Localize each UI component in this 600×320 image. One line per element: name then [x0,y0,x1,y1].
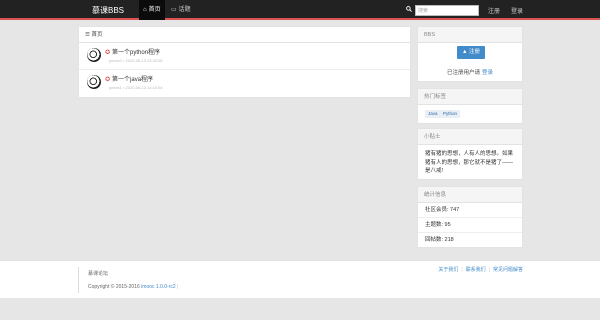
footer-info: 慕课论坛 Copyright © 2015-2016 imooc 1.0.0-r… [78,267,178,293]
topic-list-panel: ☰ 首页 ✪ 第一个python程序 jomes2 • 2020-06-13 22… [78,26,411,98]
hot-tags-panel: 热门标签 Java Python [417,88,523,124]
stat-members: 社区会员: 747 [418,203,522,218]
tab-topics-label: 话题 [178,7,191,13]
register-button-label: 注册 [468,49,480,55]
tab-topics[interactable]: ▭ 话题 [167,0,195,20]
footer-links: 关于我们 | 联系我们 | 常见问题解答 [438,266,523,273]
topic-list-heading: ☰ 首页 [79,27,410,43]
footer-copyright: Copyright © 2015-2016 imooc 1.0.0-rc2 | [88,284,178,290]
topic-row[interactable]: ✪ 第一个python程序 jomes2 • 2020-06-13 22:30:5… [79,43,410,70]
registered-hint-text: 已注册用户请 [446,70,480,76]
home-icon: ⌂ [143,7,147,13]
topic-title-text[interactable]: 第一个python程序 [112,50,160,56]
avatar[interactable] [87,48,101,62]
tab-home[interactable]: ⌂ 首页 [139,0,165,20]
comments-icon: ▭ [171,7,177,13]
search-input[interactable] [415,5,479,16]
search-icon[interactable] [406,6,412,12]
topic-title[interactable]: ✪ 第一个java程序 [105,74,153,83]
registered-hint: 已注册用户请 登录 [418,68,522,76]
top-navbar: 慕课BBS ⌂首页 ▭话题 注册 登录 [0,0,600,20]
stat-replies: 回帖数: 218 [425,237,454,243]
topic-title-text[interactable]: 第一个java程序 [112,77,153,83]
pin-icon: ✪ [105,77,111,83]
tag-python[interactable]: Python [440,110,461,118]
faq-link[interactable]: 常见问题解答 [493,267,523,273]
footer-separator: | [488,267,490,273]
about-link[interactable]: 关于我们 [438,267,458,273]
user-icon: ▲ [462,49,469,55]
topic-row[interactable]: ✪ 第一个java程序 jomes1 • 2020-06-13 14:16:54 [79,70,410,97]
stat-topics: 主题数: 95 [418,218,522,233]
topic-title[interactable]: ✪ 第一个python程序 [105,47,160,56]
tab-home-label: 首页 [148,7,161,13]
contact-link[interactable]: 联系我们 [466,267,486,273]
footer-divider: | [177,284,179,290]
copyright-text: Copyright © 2015-2016 [88,284,140,290]
stats-heading: 统计信息 [418,187,522,203]
topic-list-heading-label: 首页 [91,32,103,38]
bbs-heading: BBS [418,27,522,43]
register-button[interactable]: ▲ 注册 [457,46,485,59]
footer-site-name: 慕课论坛 [88,271,109,277]
topic-meta: jomes1 • 2020-06-13 14:16:54 [109,85,163,90]
tips-heading: 小贴士 [418,129,522,145]
footer-separator: | [461,267,463,273]
register-link[interactable]: 注册 [488,6,500,15]
pin-icon: ✪ [105,50,111,56]
avatar[interactable] [87,75,101,89]
stats-panel: 统计信息 社区会员: 747 主题数: 95 回帖数: 218 [417,186,523,248]
tips-body: 猪有猪的思想，人有人的思想。如果猪有人的思想，那它就不是猪了——是八戒! [425,151,514,174]
login-link[interactable]: 登录 [511,6,523,15]
bbs-panel: BBS ▲ 注册 已注册用户请 登录 [417,26,523,82]
tips-panel: 小贴士 猪有猪的思想，人有人的思想。如果猪有人的思想，那它就不是猪了——是八戒! [417,128,523,180]
hot-tags-heading: 热门标签 [418,89,522,105]
footer: 慕课论坛 Copyright © 2015-2016 imooc 1.0.0-r… [0,260,600,298]
tag-java[interactable]: Java [425,110,441,118]
topic-meta: jomes2 • 2020-06-13 22:30:55 [109,58,163,63]
sidebar-login-link[interactable]: 登录 [482,70,493,76]
brand-logo[interactable]: 慕课BBS [92,5,124,16]
version-link[interactable]: imooc 1.0.0-rc2 [141,284,175,290]
